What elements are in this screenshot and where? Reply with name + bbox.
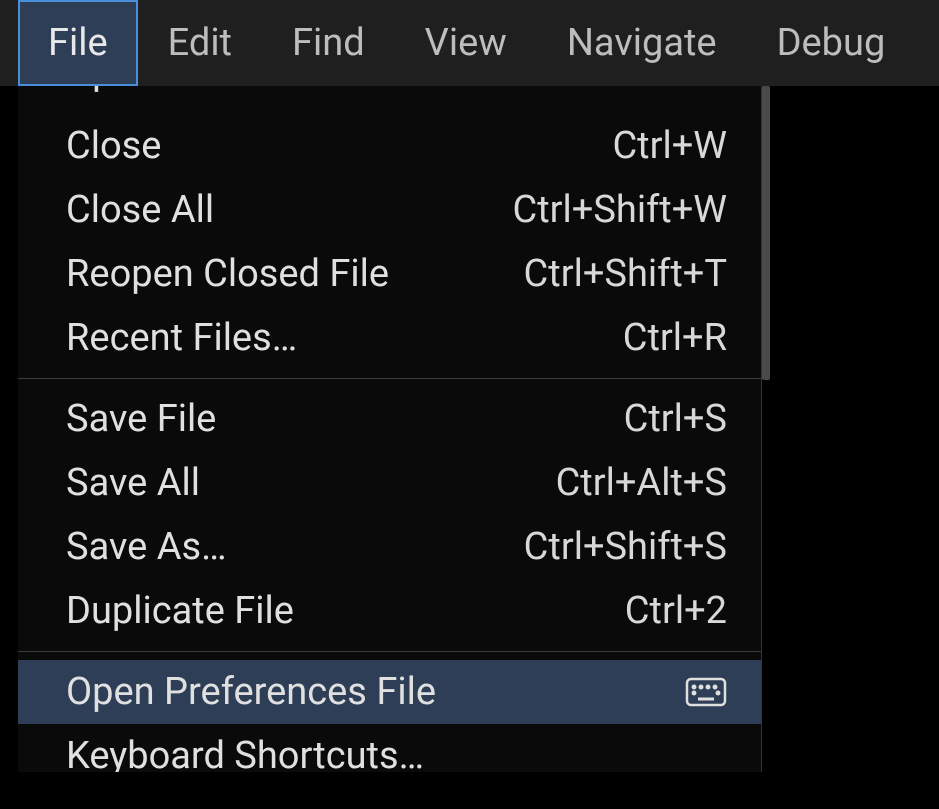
menubar-label: Debug [777,21,886,65]
menubar-navigate[interactable]: Navigate [537,0,747,86]
menu-item-shortcut: Ctrl+S [624,397,727,441]
menu-item-shortcut: Ctrl+Shift+S [524,525,727,569]
menu-item-shortcut: Ctrl+W [612,124,727,168]
menu-item-label: Save All [66,461,200,505]
menu-close-all[interactable]: Close All Ctrl+Shift+W [18,178,761,242]
menubar-label: Find [292,21,365,65]
menubar-label: Edit [168,21,232,65]
menu-item-label: Save File [66,397,216,441]
menu-item-label: Reopen Closed File [66,252,389,296]
menu-item-label: Close [66,124,161,168]
menu-open-folder[interactable]: Open Folder… [18,86,761,114]
file-menu-dropdown: Open Folder… Close Ctrl+W Close All Ctrl… [18,86,762,772]
menubar-find[interactable]: Find [262,0,395,86]
menu-save-file[interactable]: Save File Ctrl+S [18,387,761,451]
menu-separator [18,651,761,652]
menu-item-shortcut: Ctrl+Shift+W [513,188,728,232]
menubar-label: View [425,21,507,65]
menu-separator [18,378,761,379]
menu-item-shortcut: Ctrl+R [623,316,727,360]
menu-close[interactable]: Close Ctrl+W [18,114,761,178]
menu-save-as[interactable]: Save As… Ctrl+Shift+S [18,515,761,579]
menubar-file[interactable]: File [18,0,138,86]
menu-item-label: Recent Files… [66,316,297,360]
keyboard-icon [685,677,727,707]
menu-item-label: Keyboard Shortcuts… [66,734,424,772]
menu-reopen-closed-file[interactable]: Reopen Closed File Ctrl+Shift+T [18,242,761,306]
menu-item-shortcut: Ctrl+2 [625,589,727,633]
menubar-view[interactable]: View [395,0,537,86]
menu-duplicate-file[interactable]: Duplicate File Ctrl+2 [18,579,761,643]
menu-item-label: Open Folder… [66,86,293,94]
menu-open-preferences-file[interactable]: Open Preferences File [18,660,761,724]
menubar-debug[interactable]: Debug [747,0,916,86]
menubar-label: File [48,21,108,65]
menu-save-all[interactable]: Save All Ctrl+Alt+S [18,451,761,515]
menu-item-label: Duplicate File [66,589,294,633]
menu-item-shortcut: Ctrl+Alt+S [556,461,727,505]
menu-item-label: Open Preferences File [66,670,436,714]
menu-item-label: Close All [66,188,214,232]
menubar: File Edit Find View Navigate Debug [0,0,939,86]
menu-recent-files[interactable]: Recent Files… Ctrl+R [18,306,761,370]
menubar-edit[interactable]: Edit [138,0,262,86]
scrollbar-thumb[interactable] [762,86,770,380]
menu-keyboard-shortcuts[interactable]: Keyboard Shortcuts… [18,724,761,772]
menu-item-label: Save As… [66,525,227,569]
menu-item-shortcut: Ctrl+Shift+T [524,252,727,296]
menubar-label: Navigate [567,21,717,65]
dropdown-scrollbar[interactable] [762,86,770,642]
